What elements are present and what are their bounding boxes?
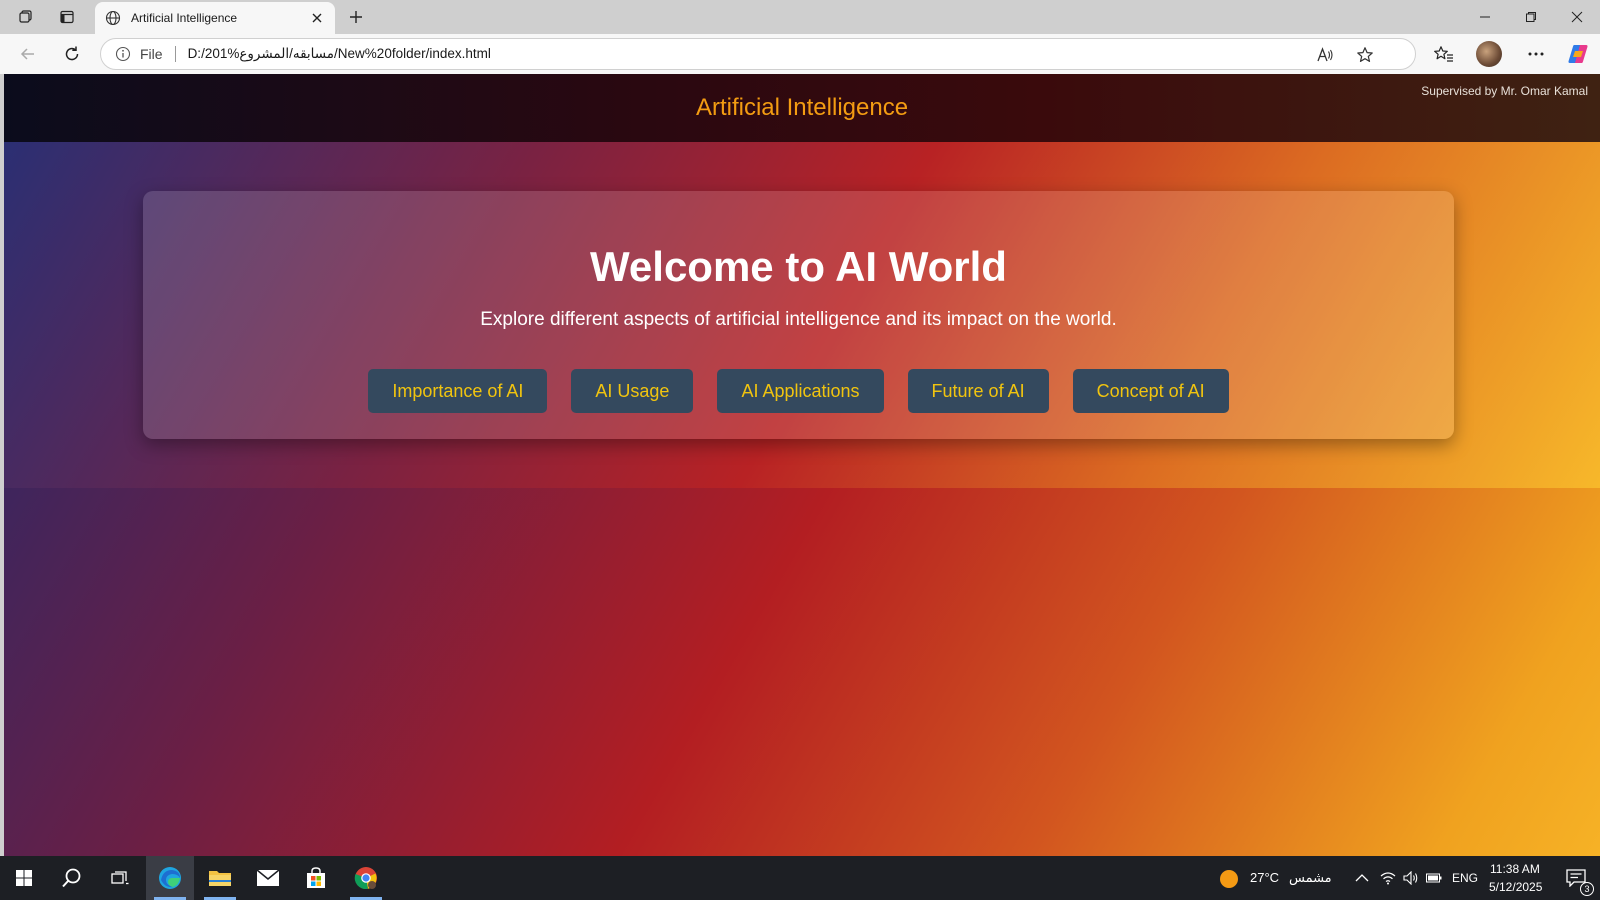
back-icon[interactable]: [14, 41, 42, 67]
url-text[interactable]: D:/201%مسابقه/المشروع/New%20folder/index…: [188, 46, 491, 62]
site-header: Artificial Intelligence Supervised by Mr…: [4, 74, 1600, 142]
future-of-ai-button[interactable]: Future of AI: [907, 369, 1049, 413]
address-scheme-label: File: [140, 46, 163, 62]
welcome-heading: Welcome to AI World: [590, 243, 1007, 290]
volume-icon[interactable]: [1399, 856, 1423, 900]
vertical-tabs-icon[interactable]: [53, 5, 81, 29]
clock-time[interactable]: 11:38 AM: [1490, 862, 1540, 876]
favorites-icon[interactable]: [1430, 41, 1458, 67]
site-title: Artificial Intelligence: [695, 94, 909, 121]
task-view-icon[interactable]: [96, 856, 144, 900]
concept-of-ai-button[interactable]: Concept of AI: [1072, 369, 1229, 413]
network-icon[interactable]: [1376, 856, 1400, 900]
ai-applications-button[interactable]: AI Applications: [717, 369, 884, 413]
site-info-icon[interactable]: [115, 46, 131, 62]
tab-title: Artificial Intelligence: [131, 11, 238, 25]
chrome-icon[interactable]: [342, 856, 390, 900]
page-viewport: Artificial Intelligence Supervised by Mr…: [4, 74, 1600, 856]
input-language[interactable]: ENG: [1452, 871, 1478, 885]
address-separator: [174, 46, 176, 62]
address-bar[interactable]: File D:/201%مسابقه/المشروع/New%20folder/…: [100, 38, 1416, 70]
windows-start-icon[interactable]: [0, 856, 48, 900]
ai-usage-button[interactable]: AI Usage: [571, 369, 694, 413]
weather-temperature[interactable]: 27°C: [1250, 870, 1279, 885]
notification-count-badge: 3: [1580, 882, 1594, 896]
weather-condition[interactable]: مشمس: [1289, 870, 1332, 886]
store-icon[interactable]: [292, 856, 340, 900]
weather-sun-icon[interactable]: [1220, 870, 1238, 888]
favorite-star-icon[interactable]: [1355, 45, 1375, 65]
workspaces-icon[interactable]: [12, 5, 40, 29]
windows-taskbar: 27°C مشمس ENG 11:38 AM 5/12/2025 3: [0, 856, 1600, 900]
tab-artificial-intelligence[interactable]: Artificial Intelligence: [95, 2, 335, 34]
welcome-card: Welcome to AI World Explore different as…: [143, 191, 1454, 439]
browser-toolbar: File D:/201%مسابقه/المشروع/New%20folder/…: [0, 34, 1600, 74]
globe-icon: [105, 10, 121, 26]
refresh-icon[interactable]: [58, 41, 86, 67]
mail-icon[interactable]: [244, 856, 292, 900]
topic-button-row: Importance of AI AI Usage AI Application…: [143, 369, 1454, 413]
new-tab-icon[interactable]: [342, 5, 370, 29]
search-icon[interactable]: [48, 856, 96, 900]
read-aloud-icon[interactable]: [1315, 45, 1335, 65]
clock-date[interactable]: 5/12/2025: [1489, 880, 1542, 894]
battery-icon[interactable]: [1422, 856, 1446, 900]
browser-tab-bar: Artificial Intelligence: [0, 0, 1600, 34]
more-options-icon[interactable]: [1522, 41, 1550, 67]
restore-icon[interactable]: [1508, 2, 1554, 32]
profile-avatar[interactable]: [1476, 41, 1502, 67]
close-window-icon[interactable]: [1554, 2, 1600, 32]
copilot-icon[interactable]: [1566, 42, 1590, 66]
close-tab-icon[interactable]: [309, 10, 325, 26]
supervisor-credit: Supervised by Mr. Omar Kamal: [1421, 84, 1588, 98]
importance-of-ai-button[interactable]: Importance of AI: [368, 369, 548, 413]
welcome-subtitle: Explore different aspects of artificial …: [480, 309, 1117, 330]
notifications-icon[interactable]: 3: [1552, 856, 1600, 900]
edge-taskbar-icon[interactable]: [146, 856, 194, 900]
hero-section: Welcome to AI World Explore different as…: [4, 142, 1600, 488]
file-explorer-icon[interactable]: [196, 856, 244, 900]
minimize-icon[interactable]: [1462, 2, 1508, 32]
